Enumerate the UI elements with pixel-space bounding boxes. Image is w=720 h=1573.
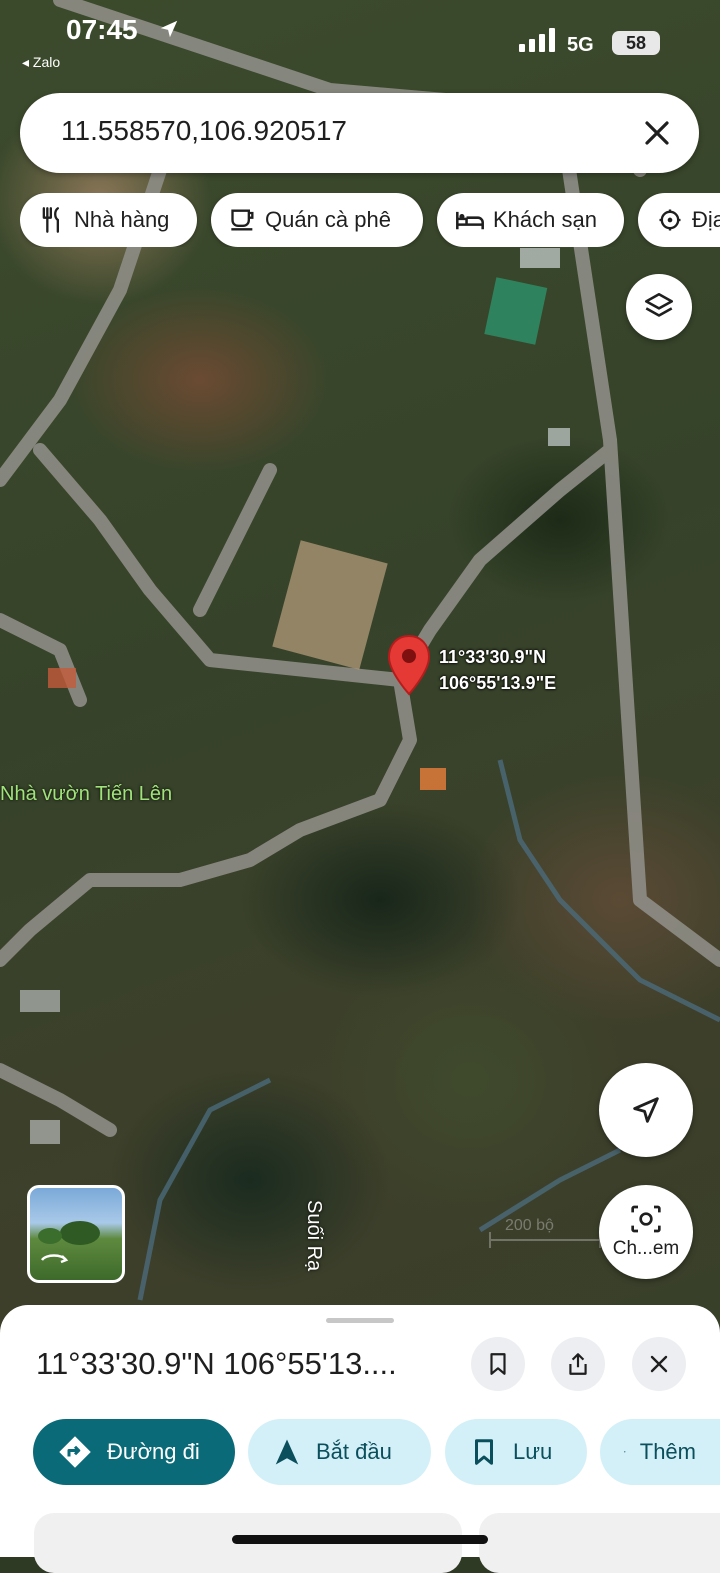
chip-cafes[interactable]: Quán cà phê xyxy=(211,193,423,247)
street-view-preview xyxy=(38,1221,100,1264)
back-to-app-link[interactable]: ◂ Zalo xyxy=(22,54,60,71)
category-chips: Nhà hàng Quán cà phê Khách sạn Địa xyxy=(20,193,720,247)
bookmark-icon xyxy=(475,1439,493,1465)
street-view-thumbnail[interactable] xyxy=(27,1185,125,1283)
attraction-icon xyxy=(659,209,681,231)
place-label[interactable]: Nhà vườn Tiến Lên xyxy=(0,783,172,806)
action-label: Bắt đầu xyxy=(316,1439,392,1464)
chip-label: Địa xyxy=(692,207,720,232)
flag-icon xyxy=(624,1451,626,1453)
close-icon xyxy=(650,1355,668,1373)
battery-indicator: 58 xyxy=(612,31,660,55)
directions-button[interactable]: Đường đi xyxy=(33,1419,235,1485)
place-title: 11°33'30.9"N 106°55'13.... xyxy=(36,1346,397,1381)
directions-icon xyxy=(59,1436,91,1468)
save-button[interactable]: Lưu xyxy=(445,1419,587,1485)
status-time: 07:45 xyxy=(66,14,138,45)
share-button[interactable] xyxy=(551,1337,605,1391)
info-card[interactable] xyxy=(479,1513,720,1573)
bookmark-icon xyxy=(490,1353,506,1375)
camera-lens-icon xyxy=(631,1205,661,1233)
home-indicator[interactable] xyxy=(232,1535,488,1544)
hotel-icon xyxy=(456,211,484,230)
location-pin-icon[interactable] xyxy=(386,634,432,696)
pin-longitude: 106°55'13.9"E xyxy=(439,673,557,693)
sheet-drag-handle[interactable] xyxy=(326,1318,394,1323)
pin-coordinates-label: 11°33'30.9"N 106°55'13.9"E xyxy=(439,644,556,696)
layers-button[interactable] xyxy=(626,274,692,340)
close-sheet-button[interactable] xyxy=(632,1337,686,1391)
add-label-button[interactable]: Thêm xyxy=(600,1419,720,1485)
action-label: Thêm xyxy=(639,1439,696,1464)
chip-restaurants[interactable]: Nhà hàng xyxy=(20,193,197,247)
scale-label: 200 bộ xyxy=(505,1217,554,1234)
restaurant-icon xyxy=(42,207,59,233)
scale-bar xyxy=(489,1232,601,1248)
lens-label: Ch...em xyxy=(612,1238,680,1259)
chip-hotels[interactable]: Khách sạn xyxy=(437,193,624,247)
location-arrow-icon xyxy=(160,20,178,38)
network-type: 5G xyxy=(567,34,594,56)
share-icon xyxy=(569,1353,587,1375)
chip-label: Nhà hàng xyxy=(74,207,170,232)
pin-latitude: 11°33'30.9"N xyxy=(439,647,547,667)
lens-button[interactable]: Ch...em xyxy=(599,1185,693,1279)
stream-label: Suối Rạ xyxy=(303,1200,325,1272)
coffee-icon xyxy=(231,209,254,231)
start-button[interactable]: Bắt đầu xyxy=(248,1419,431,1485)
search-input[interactable]: 11.558570,106.920517 xyxy=(61,115,347,147)
action-label: Đường đi xyxy=(107,1439,200,1464)
search-bar[interactable]: 11.558570,106.920517 xyxy=(20,93,699,173)
action-label: Lưu xyxy=(513,1439,553,1464)
chip-label: Khách sạn xyxy=(493,207,597,232)
close-icon[interactable] xyxy=(637,113,677,153)
navigation-arrow-icon xyxy=(633,1097,659,1123)
chip-attractions[interactable]: Địa xyxy=(638,193,720,247)
chip-label: Quán cà phê xyxy=(265,207,391,232)
save-icon-button[interactable] xyxy=(471,1337,525,1391)
my-location-button[interactable] xyxy=(599,1063,693,1157)
signal-icon xyxy=(519,28,555,52)
navigation-icon xyxy=(275,1439,299,1465)
layers-icon xyxy=(644,292,674,317)
status-bar: 07:45 ◂ Zalo 5G 58 xyxy=(0,0,720,90)
